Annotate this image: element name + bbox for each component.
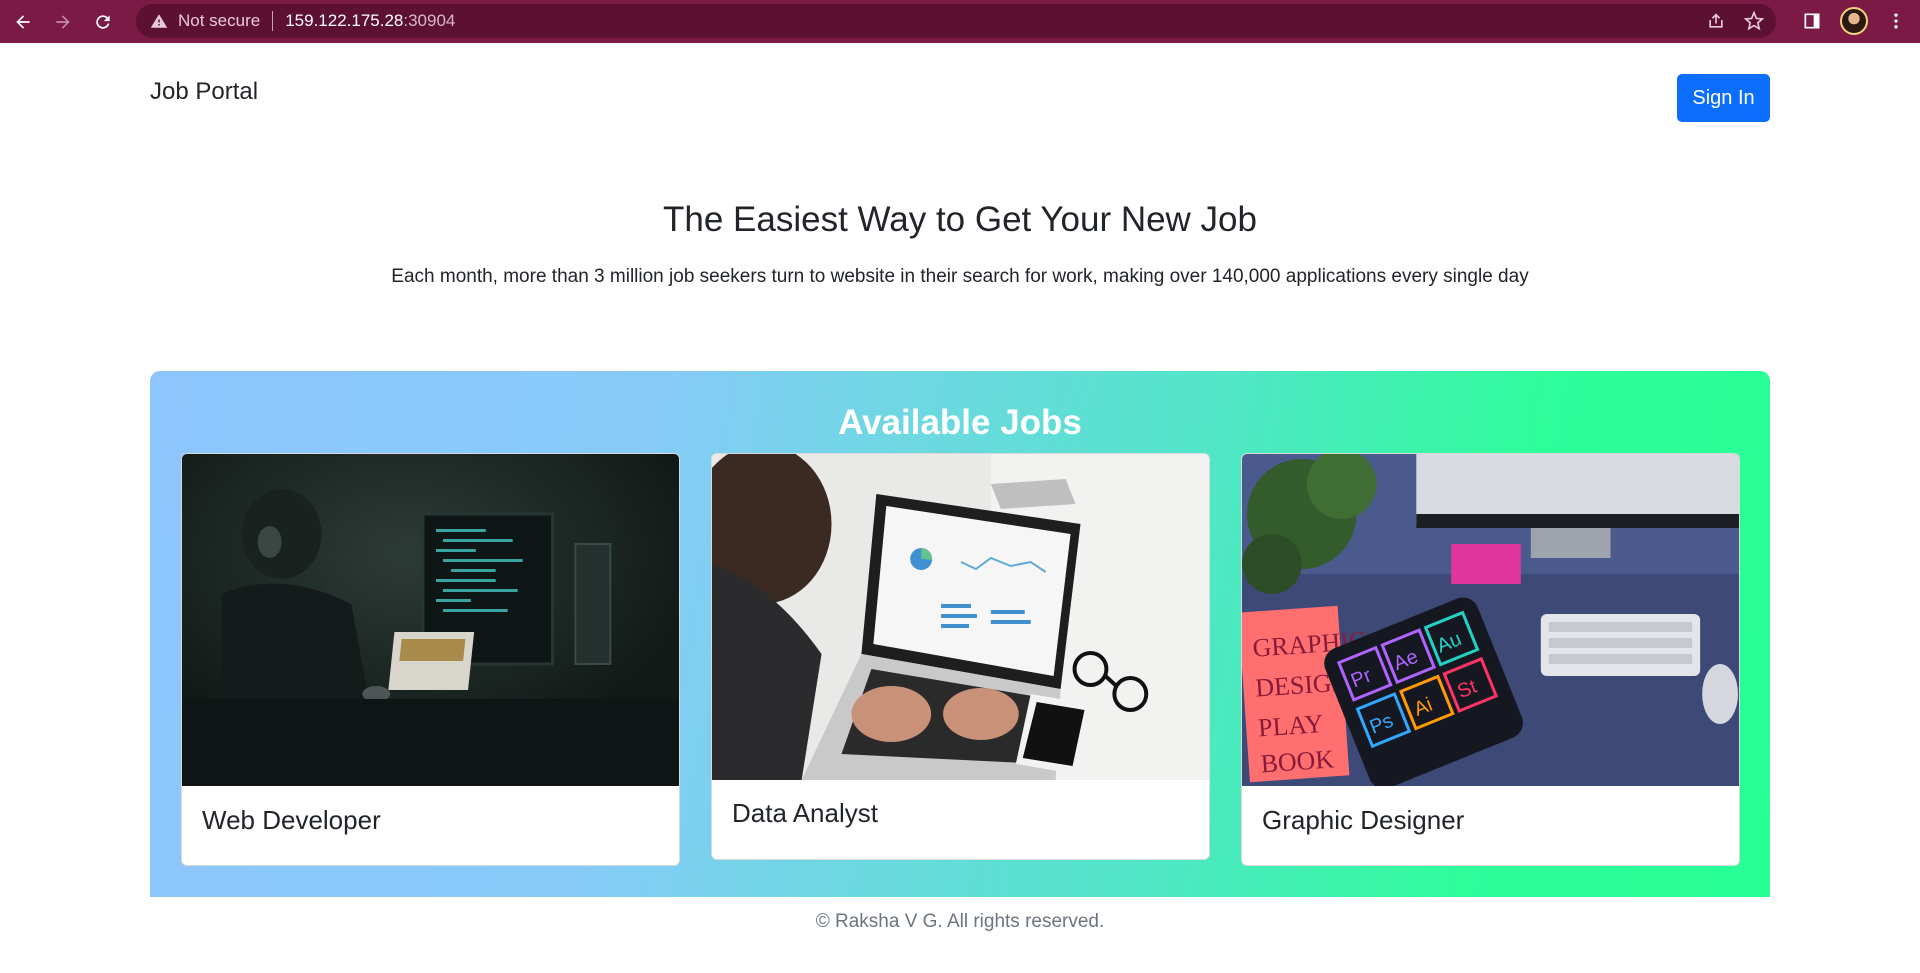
job-card-web-developer[interactable]: Web Developer — [181, 453, 680, 866]
svg-text:BOOK: BOOK — [1260, 744, 1335, 778]
brand-logo-text[interactable]: Job Portal — [150, 78, 258, 106]
job-card-title: Web Developer — [202, 805, 381, 835]
bookmark-star-icon[interactable] — [1744, 11, 1764, 31]
forward-button[interactable] — [46, 5, 80, 39]
forward-arrow-icon — [56, 14, 70, 29]
available-jobs-heading: Available Jobs — [838, 403, 1082, 442]
url-host: 159.122.175.28 — [285, 11, 404, 30]
designer-desk-image: GRAPHIC DESIGN PLAY BOOK Pr Ae Au Ps Ai — [1242, 454, 1739, 786]
hero-title: The Easiest Way to Get Your New Job — [663, 200, 1257, 239]
job-card-title: Data Analyst — [732, 798, 878, 828]
site-navbar: Job Portal Sign In — [150, 74, 1770, 124]
job-card-image: GRAPHIC DESIGN PLAY BOOK Pr Ae Au Ps Ai — [1242, 454, 1739, 786]
address-bar[interactable]: Not secure 159.122.175.28:30904 — [136, 4, 1776, 38]
reload-icon — [96, 14, 110, 29]
address-separator — [272, 11, 274, 31]
developer-at-monitors-image — [182, 454, 679, 786]
analyst-laptop-image — [712, 454, 1209, 780]
warning-icon — [150, 14, 168, 28]
share-icon[interactable] — [1706, 11, 1726, 31]
back-button[interactable] — [6, 5, 40, 39]
side-panel-icon[interactable] — [1802, 11, 1822, 31]
footer-copyright: © Raksha V G. All rights reserved. — [815, 911, 1105, 932]
security-label: Not secure — [178, 11, 261, 30]
job-card-title: Graphic Designer — [1262, 805, 1465, 835]
available-jobs-section: Available Jobs Web Developer Data Analys… — [150, 371, 1770, 897]
job-card-image — [182, 454, 679, 786]
back-arrow-icon — [16, 14, 30, 29]
profile-avatar[interactable] — [1840, 7, 1868, 35]
url-port: :30904 — [403, 11, 456, 30]
job-card-graphic-designer[interactable]: GRAPHIC DESIGN PLAY BOOK Pr Ae Au Ps Ai — [1241, 453, 1740, 866]
kebab-menu-icon[interactable] — [1886, 11, 1906, 31]
job-card-data-analyst[interactable]: Data Analyst — [711, 453, 1210, 860]
browser-right-tools — [1802, 4, 1906, 38]
hero-subtitle: Each month, more than 3 million job seek… — [391, 266, 1529, 287]
address-bar-actions — [1706, 11, 1764, 31]
reload-button[interactable] — [86, 5, 120, 39]
sign-in-button[interactable]: Sign In — [1677, 74, 1770, 122]
svg-text:PLAY: PLAY — [1257, 709, 1324, 743]
browser-toolbar: Not secure 159.122.175.28:30904 — [0, 0, 1920, 43]
job-card-image — [712, 454, 1209, 780]
